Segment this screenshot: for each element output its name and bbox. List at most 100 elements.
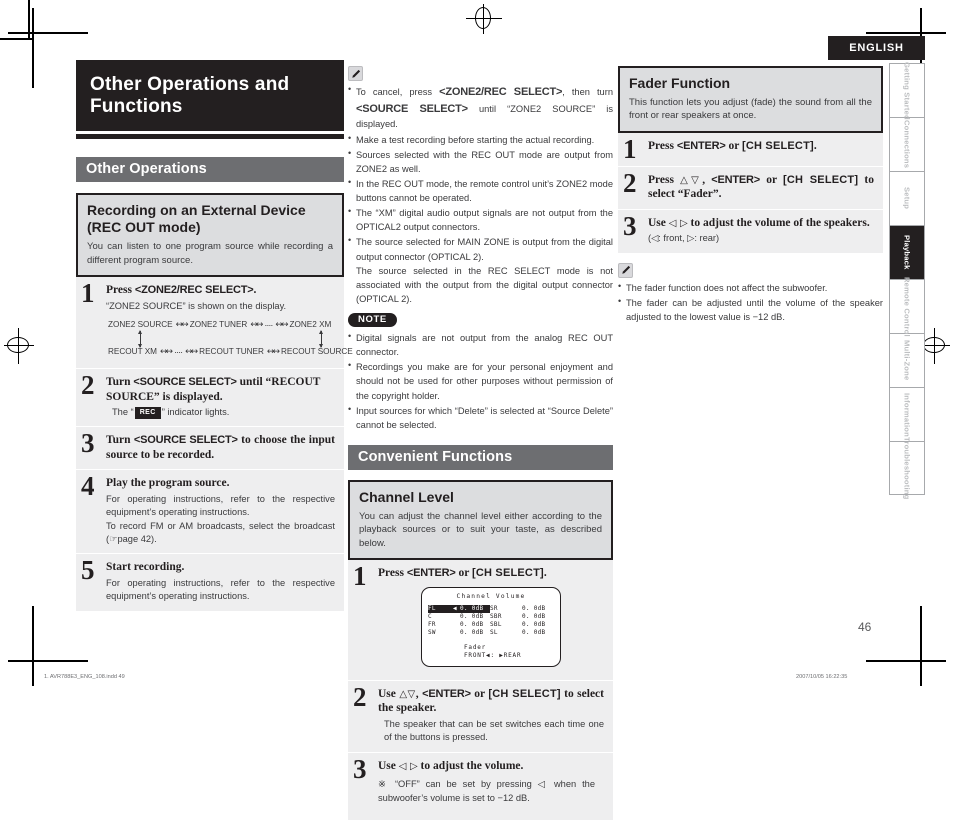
osd-fader-block: Fader FRONT◀: ▶REAR (464, 644, 521, 660)
step-heading-prefix: Press (378, 567, 407, 580)
feature-box-channel-level: Channel Level You can adjust the channel… (348, 479, 613, 561)
tab-playback-label: Playback (902, 235, 912, 270)
flow-node-recout-source: RECOUT SOURCE (281, 347, 353, 357)
step-item: 1 Press <ZONE2/REC SELECT>. “ZONE2 SOURC… (76, 277, 353, 370)
flow-arrow-icon: ↔↔ (275, 320, 288, 331)
step-body-after: ” indicator lights. (161, 406, 230, 417)
step-body-before: The “ (112, 406, 134, 417)
flow-arrow-icon: ↔↔ (175, 320, 189, 331)
step-item: 5 Start recording. For operating instruc… (76, 554, 344, 610)
feature-title-rec-out-line1: Recording on an External Device (87, 202, 306, 219)
tab-troubleshooting[interactable]: Troubleshooting (889, 437, 925, 499)
step-heading-suffix: to adjust the volume. (417, 759, 524, 772)
crop-mark-top-right-h (866, 32, 946, 34)
list-item: Digital signals are not output from the … (348, 330, 613, 359)
step-heading-mid1: , (702, 173, 712, 186)
memo-pencil-icon (618, 262, 633, 278)
memo-pencil-icon (348, 66, 363, 81)
osd-row-sr: SR 0. 0dB (490, 605, 552, 613)
step-item: 1 Press <ENTER> or [CH SELECT]. Channel … (348, 560, 613, 681)
key-zone2-rec-select: <ZONE2/REC SELECT> (134, 284, 254, 296)
registration-mark-top (466, 4, 502, 34)
key-ch-select: [CH SELECT] (783, 173, 859, 186)
step-body: The “REC” indicator lights. (106, 406, 335, 420)
crop-mark-top-left-h (8, 32, 88, 34)
manual-page: ENGLISH Getting Started Connections Setu… (0, 0, 954, 820)
crop-mark-top-left-h2 (0, 38, 32, 40)
language-banner-label: ENGLISH (849, 42, 904, 54)
list-item-subtext: The source selected in the REC SELECT mo… (356, 265, 613, 304)
osd-label-sbr: SBR (490, 612, 502, 620)
osd-value-sr: 0. 0dB (522, 604, 546, 612)
osd-row-sw: SW 0. 0dB (428, 629, 490, 637)
osd-title: Channel Volume (456, 592, 526, 600)
crop-mark-bottom-right-h (866, 660, 946, 662)
step-heading: Press <ENTER> or [CH SELECT]. (648, 139, 874, 154)
step-heading-prefix: Use (378, 759, 399, 772)
key-ch-select: [CH SELECT] (488, 687, 561, 700)
step-heading-prefix: Press (648, 173, 681, 186)
osd-value-sbr: 0. 0dB (522, 612, 546, 620)
step-item: 3 Turn <SOURCE SELECT> to choose the inp… (76, 427, 344, 471)
memo-bullet-list-fader: The fader function does not affect the s… (618, 279, 883, 324)
osd-screenshot-wrapper: Channel Volume FL ◀ 0. 0dB SR 0. 0dB C 0. 0d… (378, 581, 604, 673)
list-item: Recordings you make are for your persona… (348, 359, 613, 402)
list-item: Make a test recording before starting th… (348, 132, 613, 147)
zone-flow-connectors (108, 330, 333, 349)
section-heading-other-operations: Other Operations (76, 157, 344, 183)
tab-getting-started-label: Getting Started (902, 61, 912, 120)
step-heading-suffix: . (253, 284, 257, 296)
flow-node-zone2-tuner: ZONE2 TUNER (189, 320, 248, 330)
osd-label-sr: SR (490, 604, 498, 612)
step-item: 2 Press △▽, <ENTER> or [CH SELECT] to se… (618, 167, 883, 210)
step-body: The speaker that can be set switches eac… (384, 718, 604, 743)
tab-connections[interactable]: Connections (889, 117, 925, 171)
osd-label-sbl: SBL (490, 621, 502, 628)
tab-playback[interactable]: Playback (889, 225, 925, 279)
step-heading: Press <ENTER> or [CH SELECT]. (378, 566, 604, 581)
tab-information[interactable]: Information (889, 387, 925, 441)
step-number: 1 (81, 278, 95, 308)
step-heading-suffix: . (543, 567, 547, 580)
step-item: 2 Turn <SOURCE SELECT> until “RECOUT SOU… (76, 369, 344, 428)
osd-row-c: C 0. 0dB (428, 613, 490, 621)
tab-setup[interactable]: Setup (889, 171, 925, 225)
list-item: The source selected for MAIN ZONE is out… (348, 234, 613, 306)
flow-arrow-icon: ↔↔ (266, 347, 280, 358)
osd-label-fr: FR (428, 621, 436, 628)
step-number: 3 (623, 210, 637, 241)
osd-row-sbr: SBR 0. 0dB (490, 613, 552, 621)
tab-getting-started[interactable]: Getting Started (889, 61, 925, 120)
step-item: 1 Press <ENTER> or [CH SELECT]. (618, 133, 883, 167)
tab-information-label: Information (902, 392, 912, 437)
osd-left-arrow-icon: ◀ (453, 604, 457, 612)
crop-mark-bottom-right-v (920, 606, 922, 686)
list-item: The “XM” digital audio output signals ar… (348, 205, 613, 234)
feature-title-fader-function: Fader Function (629, 75, 731, 91)
page-number: 46 (858, 620, 872, 634)
tab-connections-label: Connections (902, 120, 912, 169)
tab-multi-zone[interactable]: Multi-Zone (889, 333, 925, 387)
zone-flow-row-1: ZONE2 SOURCE ↔↔ ZONE2 TUNER ↔↔ ···· ↔↔ Z… (108, 321, 333, 330)
flow-vertical-arrow-icon-left (138, 330, 142, 349)
step-body: For operating instructions, refer to the… (106, 577, 335, 602)
flow-arrow-icon: ↔↔ (250, 320, 263, 331)
step-item: 3 Use ◁ ▷ to adjust the volume. ※ “OFF” … (348, 753, 613, 820)
tab-multi-zone-label: Multi-Zone (902, 340, 912, 381)
osd-value-sw: 0. 0dB (460, 629, 484, 637)
note-tag: NOTE (348, 313, 397, 328)
section-heading-convenient-functions-label: Convenient Functions (358, 448, 513, 465)
key-source-select: <SOURCE SELECT> (133, 434, 238, 447)
osd-row-fr: FR 0. 0dB (428, 621, 490, 629)
crop-mark-top-left-v (32, 8, 34, 88)
list-item: In the REC OUT mode, the remote control … (348, 176, 613, 205)
list-item: The fader function does not affect the s… (618, 279, 883, 295)
osd-value-c: 0. 0dB (460, 612, 484, 620)
step-heading: Use ◁ ▷ to adjust the volume of the spea… (648, 216, 874, 230)
osd-label-sw: SW (428, 629, 436, 637)
right-column: Fader Function This function lets you ad… (618, 66, 883, 325)
osd-label-c: C (428, 612, 432, 620)
step-number: 2 (623, 167, 637, 198)
note-bullet-list: Digital signals are not output from the … (348, 330, 613, 432)
tab-remote-control[interactable]: Remote Control (889, 277, 925, 336)
